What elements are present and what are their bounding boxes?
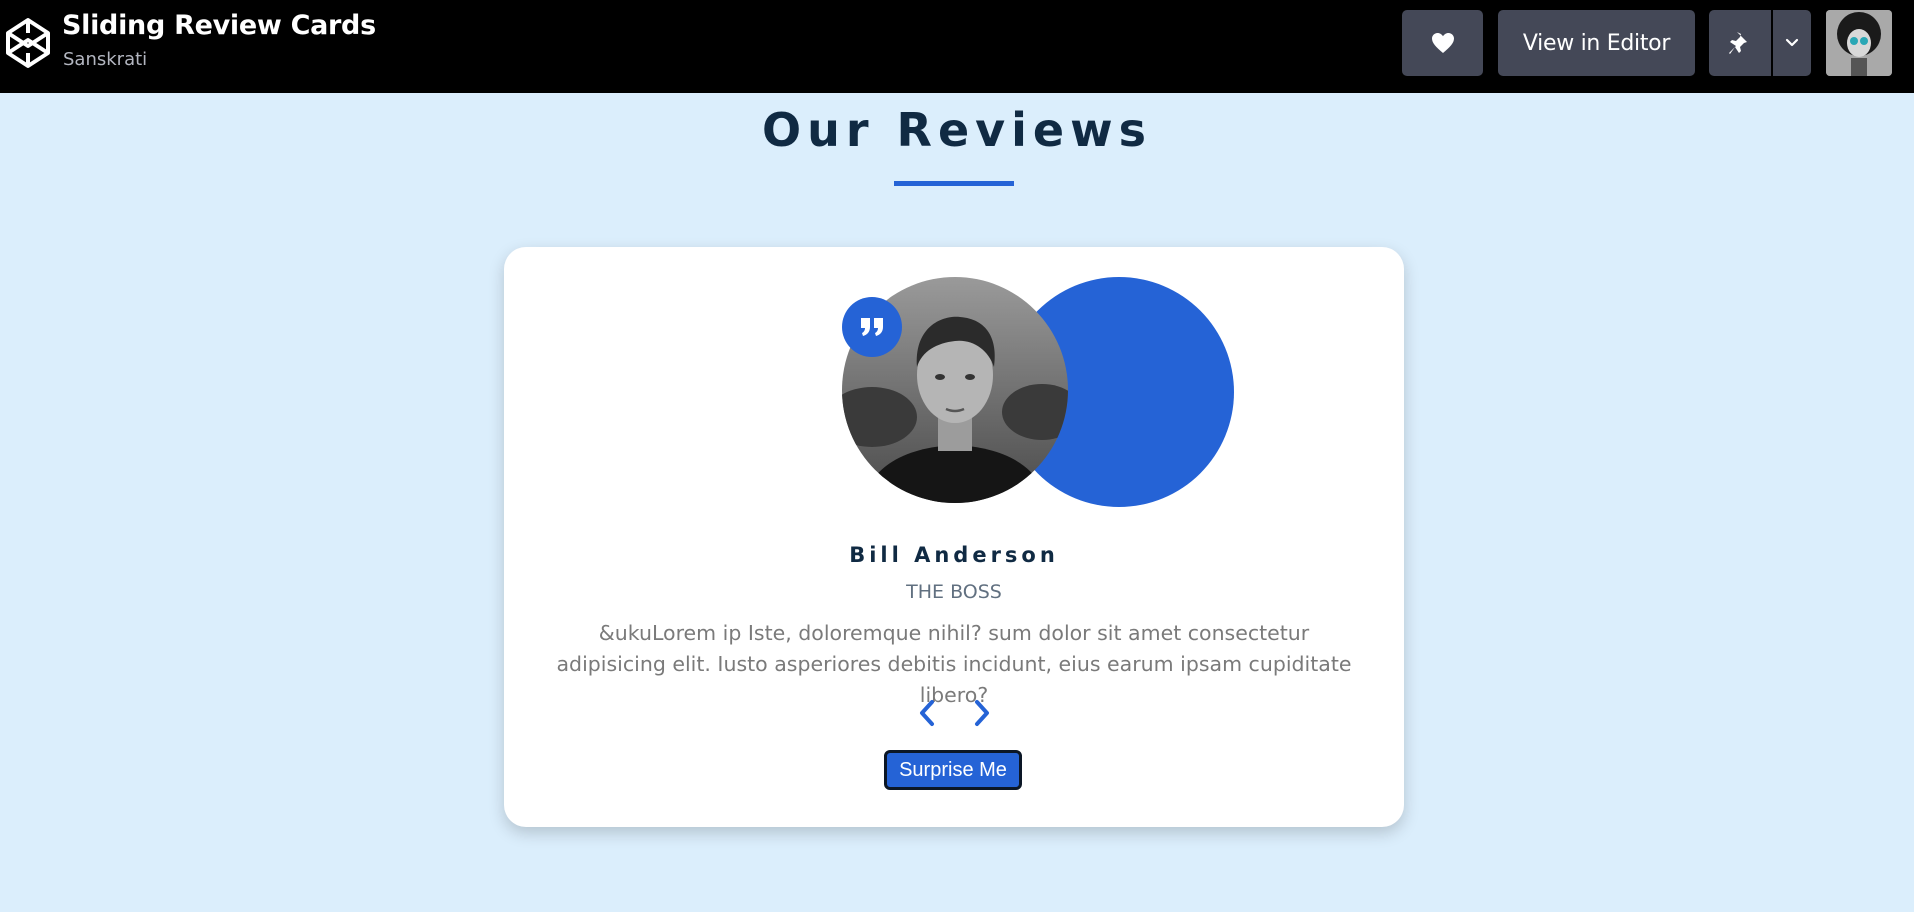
reviewer-role: THE BOSS [906,581,1002,603]
previous-review-button[interactable] [913,698,943,728]
chevron-down-icon [1785,38,1799,47]
pen-title[interactable]: Sliding Review Cards [62,10,376,41]
review-card: Bill Anderson THE BOSS &ukuLorem ip Iste… [504,247,1404,827]
view-in-editor-button[interactable]: View in Editor [1498,10,1695,76]
avatar-image [1826,10,1892,76]
user-avatar[interactable] [1826,10,1892,76]
codepen-logo-icon[interactable] [4,16,52,70]
review-text: &ukuLorem ip Iste, doloremque nihil? sum… [556,621,1352,707]
quote-icon [861,318,883,336]
reviewer-name: Bill Anderson [849,543,1059,567]
heart-icon [1431,33,1454,53]
quote-badge [842,297,902,357]
surprise-me-button[interactable]: Surprise Me [884,750,1022,790]
pin-button[interactable] [1709,10,1771,76]
pin-options-dropdown[interactable] [1773,10,1811,76]
chevron-right-icon [975,700,989,726]
next-review-button[interactable] [966,698,996,728]
title-underline [894,181,1014,186]
top-bar: Sliding Review Cards Sanskrati View in E… [0,0,1914,93]
pin-icon [1729,32,1747,54]
pen-author[interactable]: Sanskrati [63,49,147,70]
page-title: Our Reviews [762,103,1152,157]
chevron-left-icon [920,700,934,726]
like-button[interactable] [1402,10,1483,76]
